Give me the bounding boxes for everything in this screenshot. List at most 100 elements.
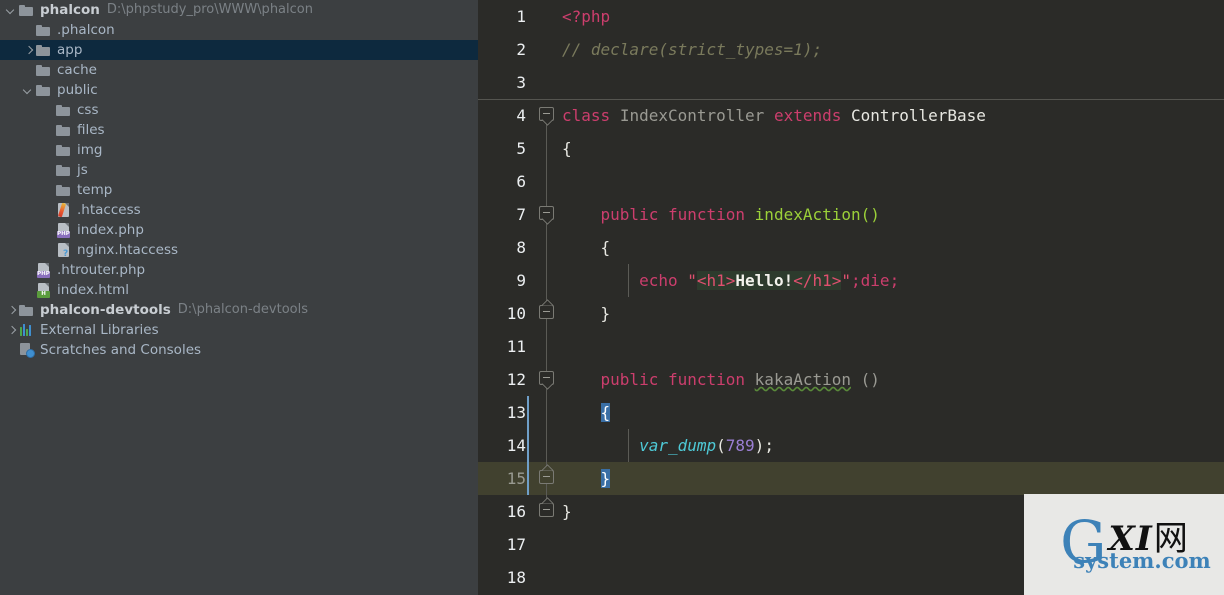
fold-column[interactable]: [535, 330, 559, 363]
fold-end-icon[interactable]: [539, 305, 554, 319]
code-line[interactable]: 6: [478, 165, 1224, 198]
tree-item-img[interactable]: img: [0, 140, 478, 160]
code-line-current[interactable]: 15 }: [478, 462, 1224, 495]
fold-column[interactable]: [535, 99, 559, 132]
fold-column[interactable]: [527, 429, 559, 462]
code-line[interactable]: 1 <?php: [478, 0, 1224, 33]
chevron-right-icon[interactable]: [23, 45, 34, 56]
tree-item-index-php[interactable]: PHP index.php: [0, 220, 478, 240]
fold-end-icon[interactable]: [539, 470, 554, 484]
watermark-domain: system.com: [1073, 547, 1211, 573]
chevron-right-icon[interactable]: [6, 305, 17, 316]
tree-item-phalcon[interactable]: phalcon D:\phpstudy_pro\WWW\phalcon: [0, 0, 478, 20]
tree-item-external-libraries[interactable]: External Libraries: [0, 320, 478, 340]
code-line[interactable]: 12 public function kakaAction (): [478, 363, 1224, 396]
fold-column[interactable]: [535, 165, 559, 198]
code-line[interactable]: 13 {: [478, 396, 1224, 429]
tree-item-nginx-htaccess[interactable]: ? nginx.htaccess: [0, 240, 478, 260]
fold-column[interactable]: [535, 198, 559, 231]
code-text[interactable]: {: [559, 231, 1224, 264]
project-tree-panel[interactable]: phalcon D:\phpstudy_pro\WWW\phalcon .pha…: [0, 0, 478, 595]
tree-item-cache[interactable]: cache: [0, 60, 478, 80]
tree-item-files[interactable]: files: [0, 120, 478, 140]
code-line[interactable]: 8 {: [478, 231, 1224, 264]
tree-item-index-html[interactable]: H index.html: [0, 280, 478, 300]
code-line[interactable]: 5 {: [478, 132, 1224, 165]
scratches-icon: [19, 342, 35, 358]
tree-item-public[interactable]: public: [0, 80, 478, 100]
token-keyword-echo: echo: [639, 271, 678, 290]
fold-column[interactable]: [535, 363, 559, 396]
code-text[interactable]: <?php: [559, 0, 1224, 33]
fold-column[interactable]: [527, 396, 559, 429]
code-line[interactable]: 10 }: [478, 297, 1224, 330]
code-text[interactable]: public function kakaAction (): [559, 363, 1224, 396]
folder-icon: [56, 102, 72, 118]
folder-icon: [56, 162, 72, 178]
code-text[interactable]: [559, 330, 1224, 363]
injected-html-fragment: <h1>Hello!</h1>: [696, 271, 842, 290]
fold-column[interactable]: [527, 462, 559, 495]
code-line[interactable]: 11: [478, 330, 1224, 363]
chevron-down-icon[interactable]: [23, 85, 34, 96]
fold-column[interactable]: [535, 561, 559, 594]
php-file-icon: PHP: [56, 222, 72, 238]
token-semicolon: ;: [764, 436, 774, 455]
chevron-down-icon[interactable]: [6, 5, 17, 16]
token-brace-close-matched: }: [600, 469, 611, 488]
fold-column[interactable]: [535, 297, 559, 330]
fold-collapse-icon[interactable]: [539, 371, 554, 385]
fold-column[interactable]: [535, 132, 559, 165]
folder-icon: [56, 182, 72, 198]
tree-item-scratches-and-consoles[interactable]: Scratches and Consoles: [0, 340, 478, 360]
tree-item-htaccess[interactable]: .htaccess: [0, 200, 478, 220]
fold-column[interactable]: [535, 0, 559, 33]
tree-item-htrouter-php[interactable]: PHP .htrouter.php: [0, 260, 478, 280]
code-text[interactable]: {: [559, 396, 1224, 429]
tree-item-label: img: [77, 142, 103, 158]
code-text[interactable]: public function indexAction(): [559, 198, 1224, 231]
fold-collapse-icon[interactable]: [539, 206, 554, 220]
code-text[interactable]: class IndexController extends Controller…: [559, 99, 1224, 132]
fold-guide-line: [546, 132, 547, 165]
code-line[interactable]: 3: [478, 66, 1224, 99]
fold-column[interactable]: [535, 495, 559, 528]
tree-item-phalcon-devtools[interactable]: phalcon-devtools D:\phalcon-devtools: [0, 300, 478, 320]
code-line[interactable]: 9 echo "<h1>Hello!</h1>";die;: [478, 264, 1224, 297]
fold-guide-line: [546, 264, 547, 297]
token-class-name: IndexController: [619, 106, 765, 125]
chevron-right-icon[interactable]: [6, 325, 17, 336]
code-text[interactable]: echo "<h1>Hello!</h1>";die;: [559, 264, 1224, 297]
fold-collapse-icon[interactable]: [539, 107, 554, 121]
fold-column[interactable]: [535, 231, 559, 264]
code-text[interactable]: [559, 165, 1224, 198]
fold-column[interactable]: [535, 264, 559, 297]
block-scope-marker: [527, 396, 529, 429]
fold-column[interactable]: [535, 66, 559, 99]
fold-column[interactable]: [535, 528, 559, 561]
code-line[interactable]: 14 var_dump(789);: [478, 429, 1224, 462]
code-line[interactable]: 7 public function indexAction(): [478, 198, 1224, 231]
code-line[interactable]: 2 // declare(strict_types=1);: [478, 33, 1224, 66]
tree-item-temp[interactable]: temp: [0, 180, 478, 200]
tree-item-js[interactable]: js: [0, 160, 478, 180]
tree-item-css[interactable]: css: [0, 100, 478, 120]
fold-column[interactable]: [535, 33, 559, 66]
code-text[interactable]: }: [559, 297, 1224, 330]
token-keyword-die: die: [860, 271, 890, 290]
code-editor[interactable]: 1 <?php 2 // declare(strict_types=1); 3 …: [478, 0, 1224, 595]
code-text[interactable]: // declare(strict_types=1);: [559, 33, 1224, 66]
fold-end-icon[interactable]: [539, 503, 554, 517]
tree-item-app[interactable]: app: [0, 40, 478, 60]
code-text[interactable]: }: [559, 462, 1224, 495]
tree-item-label: public: [57, 82, 98, 98]
tree-item-dot-phalcon[interactable]: .phalcon: [0, 20, 478, 40]
tree-item-label: phalcon-devtools: [40, 302, 171, 318]
code-line[interactable]: 4 class IndexController extends Controll…: [478, 99, 1224, 132]
code-text[interactable]: [559, 66, 1224, 99]
ide-window: phalcon D:\phpstudy_pro\WWW\phalcon .pha…: [0, 0, 1224, 595]
code-text[interactable]: var_dump(789);: [559, 429, 1224, 462]
libraries-icon: [19, 322, 35, 338]
token-semicolon: ;: [851, 271, 861, 290]
code-text[interactable]: {: [559, 132, 1224, 165]
